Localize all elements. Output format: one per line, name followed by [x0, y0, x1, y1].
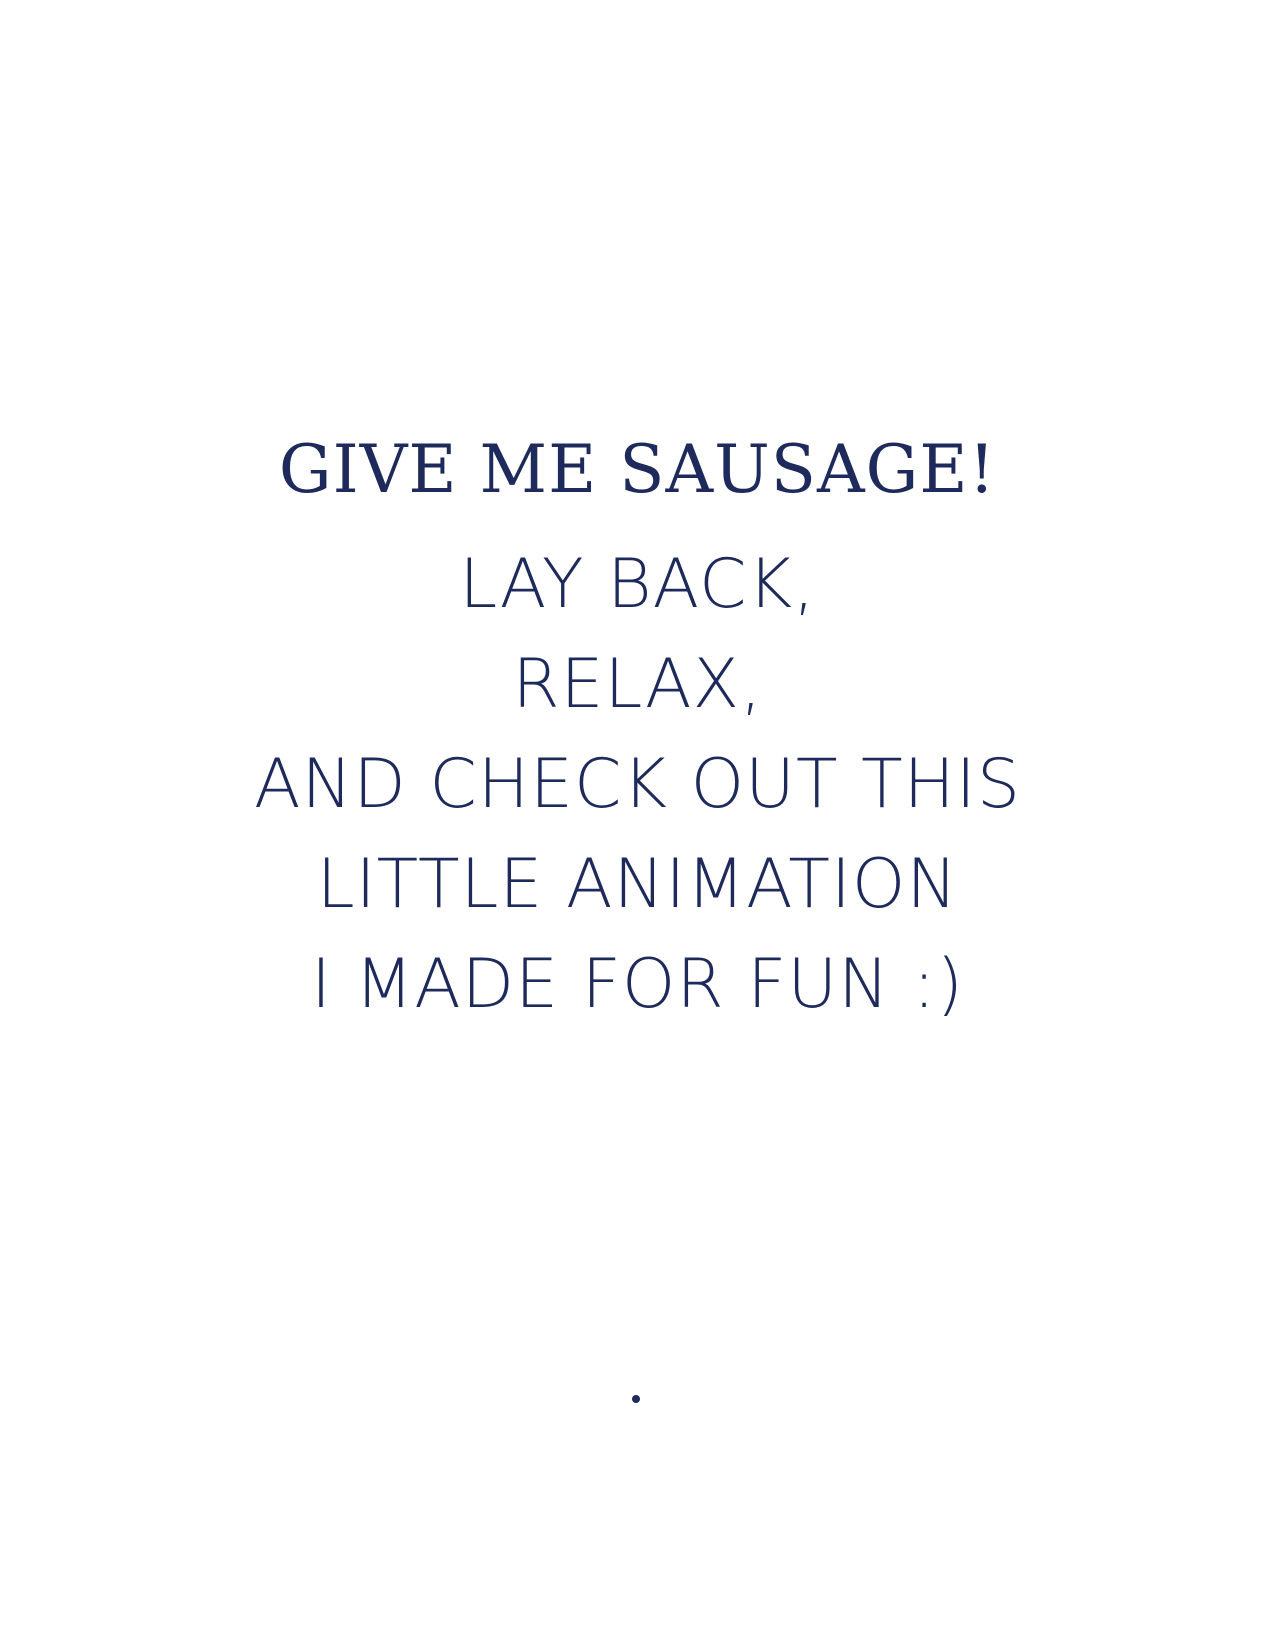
message-line-1: LAY BACK,	[459, 545, 816, 624]
page: GIVE ME SAUSAGE! LAY BACK, RELAX, AND CH…	[0, 0, 1275, 1650]
message-line-2: RELAX,	[512, 645, 763, 724]
message-block: LAY BACK, RELAX, AND CHECK OUT THIS LITT…	[0, 535, 1275, 1035]
message-line-3: AND CHECK OUT THIS	[254, 745, 1021, 824]
page-title: GIVE ME SAUSAGE!	[278, 431, 997, 508]
decorative-dot	[632, 1395, 640, 1403]
message-line-4: LITTLE ANIMATION	[316, 845, 959, 924]
message-line-5: I MADE FOR FUN :)	[310, 945, 965, 1024]
